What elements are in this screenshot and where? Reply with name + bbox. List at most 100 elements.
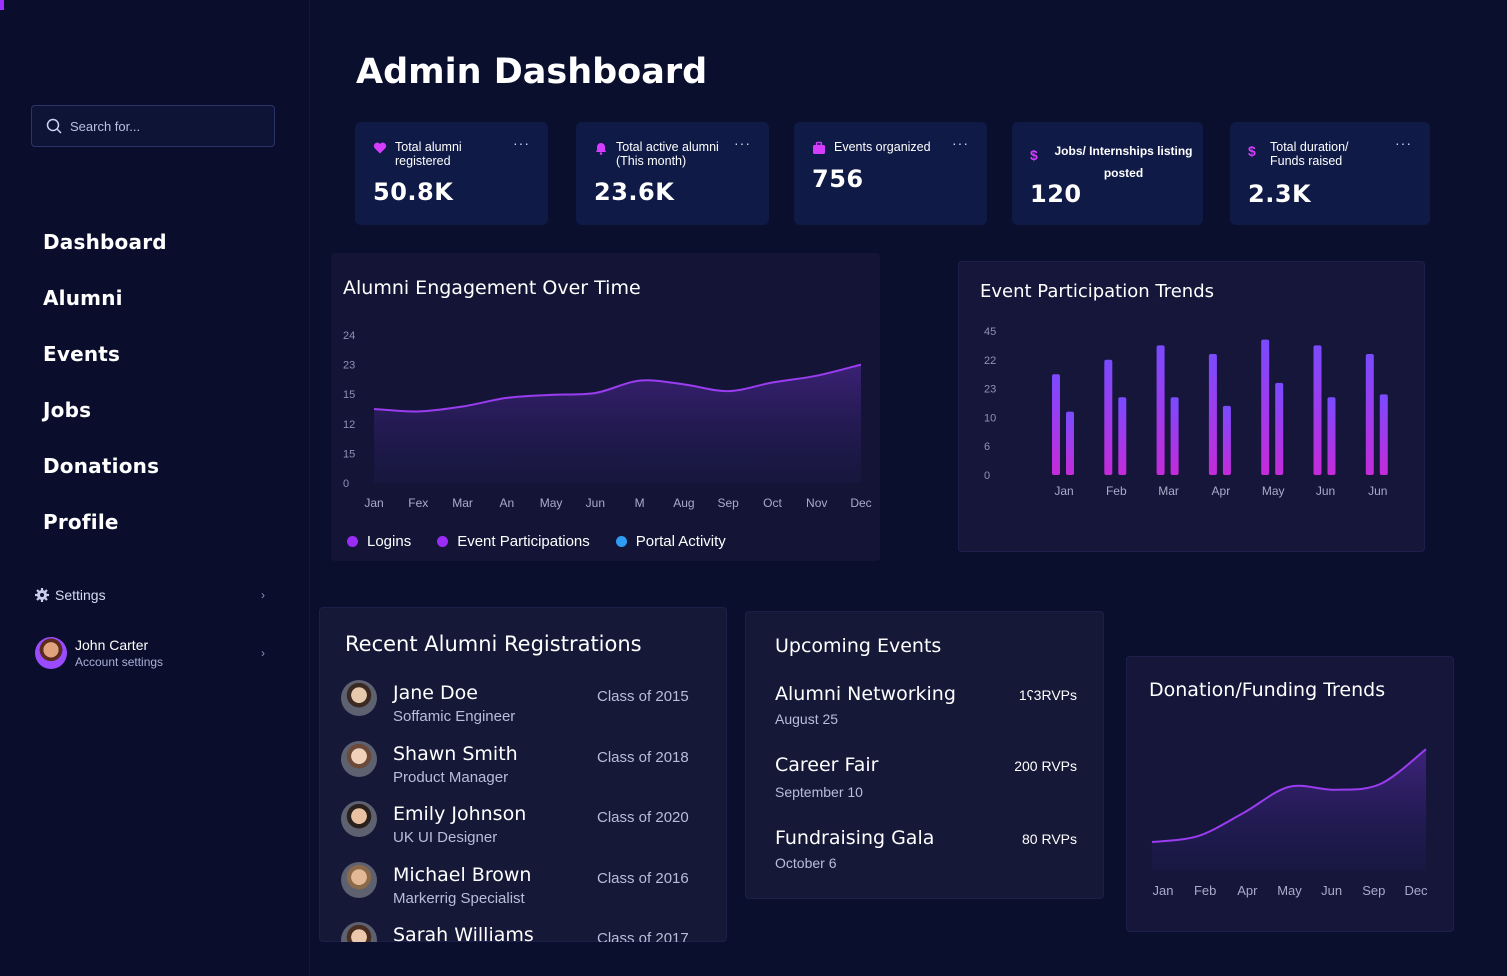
gear-icon: [35, 588, 49, 602]
nav-item-profile[interactable]: Profile: [43, 502, 167, 558]
legend-item-portal-activity[interactable]: Portal Activity: [615, 533, 726, 550]
stat-card-jobs: $ Jobs/ Internships listing posted 120: [1012, 122, 1203, 225]
avatar: [35, 637, 67, 669]
settings-label: Settings: [55, 587, 106, 603]
y-tick-label: 6: [984, 441, 990, 453]
list-item[interactable]: Michael Brown Markerrig Specialist Class…: [341, 862, 701, 912]
list-item[interactable]: Emily Johnson UK UI Designer Class of 20…: [341, 801, 701, 851]
event-date: August 25: [775, 711, 839, 727]
avatar: [341, 862, 377, 898]
event-item[interactable]: Alumni Networking August 25 1ʕ3RVPs: [775, 683, 1080, 733]
nav-item-jobs[interactable]: Jobs: [43, 390, 167, 446]
bar[interactable]: [1118, 397, 1127, 475]
dollar-icon: $: [1248, 143, 1256, 159]
nav-label: Jobs: [43, 398, 92, 422]
avatar: [341, 680, 377, 716]
y-tick-label: 0: [984, 470, 990, 482]
more-options-button[interactable]: ···: [734, 136, 751, 150]
list-item[interactable]: Shawn Smith Product Manager Class of 201…: [341, 741, 701, 791]
more-options-button[interactable]: ···: [1395, 136, 1412, 150]
event-name: Career Fair: [775, 754, 879, 776]
settings-link[interactable]: Settings ›: [35, 584, 265, 606]
registrations-list: Jane Doe Soffamic Engineer Class of 2015…: [319, 607, 727, 942]
event-item[interactable]: Career Fair September 10 200 RVPs: [775, 754, 1080, 804]
x-tick-label: Dec: [850, 496, 871, 510]
alumni-class: Class of 2018: [597, 749, 689, 766]
nav-item-events[interactable]: Events: [43, 334, 167, 390]
bar[interactable]: [1327, 397, 1336, 475]
legend-item-event-participations[interactable]: Event Participations: [437, 533, 590, 550]
alumni-class: Class of 2016: [597, 870, 689, 887]
stat-head: Events organized ···: [812, 136, 969, 155]
bar[interactable]: [1275, 382, 1284, 475]
bar[interactable]: [1313, 345, 1322, 475]
x-tick-label: Jan: [1054, 484, 1073, 498]
list-item[interactable]: Jane Doe Soffamic Engineer Class of 2015: [341, 680, 701, 730]
bar[interactable]: [1156, 345, 1165, 475]
stat-value: 50.8K: [373, 178, 454, 206]
stat-value: 120: [1030, 180, 1082, 208]
donation-area: [1152, 749, 1426, 871]
corner-mark: [0, 0, 4, 10]
bar[interactable]: [1066, 411, 1074, 475]
avatar: [341, 922, 377, 942]
stat-head: $ Total duration/ Funds raised ···: [1248, 136, 1412, 168]
stat-label: Total duration/ Funds raised: [1270, 140, 1349, 168]
main-nav: Dashboard Alumni Events Jobs Donations P…: [43, 222, 167, 558]
nav-label: Alumni: [43, 286, 123, 310]
bell-icon: [596, 143, 606, 155]
alumni-role: Soffamic Engineer: [393, 708, 516, 725]
engagement-legend: Logins Event Participations Portal Activ…: [347, 533, 726, 550]
bar[interactable]: [1379, 394, 1388, 475]
bar[interactable]: [1365, 354, 1374, 475]
alumni-class: Class of 2015: [597, 688, 689, 705]
x-tick-label: Apr: [1212, 484, 1231, 498]
search-box[interactable]: [31, 105, 275, 147]
alumni-class: Class of 2017: [597, 930, 689, 942]
bar[interactable]: [1208, 354, 1217, 475]
stat-value: 756: [812, 165, 864, 193]
account-settings-link[interactable]: John Carter Account settings ›: [35, 633, 265, 673]
stat-card-alumni: Total alumni registered ··· 50.8K: [355, 122, 548, 225]
search-input[interactable]: [70, 118, 250, 134]
nav-label: Donations: [43, 454, 160, 478]
bar[interactable]: [1104, 359, 1113, 475]
more-options-button[interactable]: ···: [513, 136, 530, 150]
alumni-role: Markerrig Specialist: [393, 890, 525, 907]
stat-label: Jobs/ Internships listing posted: [1054, 144, 1193, 180]
list-item[interactable]: Sarah Williams Class of 2017: [341, 922, 701, 942]
x-tick-label: M: [635, 496, 645, 510]
x-tick-label: Sep: [1362, 883, 1385, 898]
event-rsvp: 1ʕ3RVPs: [1018, 687, 1077, 703]
bar[interactable]: [1052, 374, 1060, 475]
stat-label: Total alumni registered: [395, 140, 462, 168]
nav-item-alumni[interactable]: Alumni: [43, 278, 167, 334]
nav-item-dashboard[interactable]: Dashboard: [43, 222, 167, 278]
event-rsvp: 80 RVPs: [1022, 831, 1077, 847]
bar[interactable]: [1261, 339, 1270, 475]
x-tick-label: Apr: [1237, 883, 1258, 898]
x-tick-label: An: [499, 496, 514, 510]
stat-label: Total active alumni (This month): [616, 140, 719, 168]
page-title: Admin Dashboard: [356, 52, 708, 92]
user-subtitle: Account settings: [75, 655, 164, 669]
event-item[interactable]: Fundraising Gala October 6 80 RVPs: [775, 827, 1080, 877]
alumni-role: Product Manager: [393, 769, 509, 786]
nav-label: Dashboard: [43, 230, 167, 254]
y-tick-label: 23: [343, 360, 355, 372]
chevron-right-icon: ›: [261, 588, 265, 602]
x-tick-label: Jan: [1153, 883, 1174, 898]
donation-chart: Jan Feb Apr May Jun Sep Dec: [1151, 748, 1428, 898]
stat-head: $ Jobs/ Internships listing posted: [1030, 140, 1195, 184]
event-date: September 10: [775, 784, 863, 800]
x-tick-label: Jun: [586, 496, 605, 510]
legend-dot: [437, 536, 449, 547]
legend-item-logins[interactable]: Logins: [347, 533, 411, 550]
x-tick-label: May: [1277, 883, 1302, 898]
nav-label: Profile: [43, 510, 119, 534]
bar[interactable]: [1222, 405, 1231, 475]
nav-item-donations[interactable]: Donations: [43, 446, 167, 502]
more-options-button[interactable]: ···: [952, 136, 969, 150]
legend-label: Portal Activity: [635, 533, 726, 550]
bar[interactable]: [1170, 397, 1179, 475]
